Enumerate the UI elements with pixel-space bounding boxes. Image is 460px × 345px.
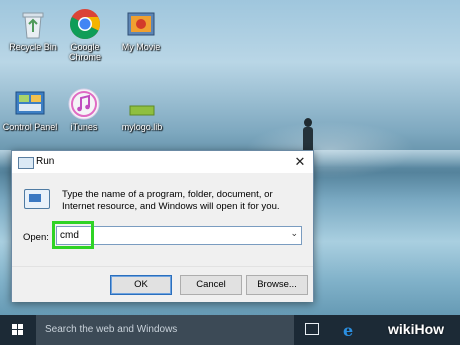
desktop-icon-control-panel[interactable]: Control Panel bbox=[0, 88, 61, 132]
recycle-bin-icon bbox=[17, 8, 49, 40]
browse-button[interactable]: Browse... bbox=[246, 275, 308, 295]
search-placeholder: Search the web and Windows bbox=[45, 324, 178, 335]
close-button[interactable]: ✕ bbox=[291, 153, 309, 171]
chevron-down-icon[interactable]: ⌄ bbox=[290, 228, 298, 239]
run-description: Type the name of a program, folder, docu… bbox=[62, 189, 280, 212]
button-bar: OK Cancel Browse... bbox=[12, 266, 313, 302]
run-icon bbox=[18, 157, 34, 169]
desktop-icon-google-chrome[interactable]: Google Chrome bbox=[54, 8, 116, 62]
control-panel-icon bbox=[14, 88, 46, 120]
run-dialog: Run ✕ Type the name of a program, folder… bbox=[11, 150, 314, 302]
desktop-icon-label: Control Panel bbox=[2, 122, 58, 132]
cancel-button[interactable]: Cancel bbox=[180, 275, 242, 295]
desktop-icon-my-movie[interactable]: My Movie bbox=[110, 8, 172, 52]
movie-icon bbox=[125, 8, 157, 40]
itunes-icon bbox=[68, 88, 100, 120]
wikihow-watermark: wikiHow bbox=[388, 321, 445, 337]
chrome-icon bbox=[69, 8, 101, 40]
desktop-icon-mylogo[interactable]: mylogo.lib bbox=[111, 100, 173, 132]
run-program-icon bbox=[24, 189, 50, 209]
file-icon bbox=[126, 100, 158, 120]
ok-button[interactable]: OK bbox=[110, 275, 172, 295]
desktop-icon-itunes[interactable]: iTunes bbox=[53, 88, 115, 132]
desktop-icon-label: mylogo.lib bbox=[121, 122, 163, 132]
highlight-box bbox=[52, 221, 94, 249]
taskbar-search-box[interactable]: Search the web and Windows bbox=[36, 315, 294, 345]
desktop-icon-label: iTunes bbox=[70, 122, 98, 132]
edge-browser-icon[interactable]: e bbox=[343, 321, 353, 340]
desktop-icon-label: My Movie bbox=[121, 42, 161, 52]
desktop-icon-label: Google Chrome bbox=[68, 42, 101, 62]
open-label: Open: bbox=[23, 232, 49, 243]
start-button[interactable] bbox=[0, 315, 36, 345]
run-dialog-titlebar[interactable]: Run ✕ bbox=[12, 151, 313, 173]
task-view-icon[interactable] bbox=[305, 323, 319, 335]
run-dialog-title: Run bbox=[36, 156, 55, 167]
